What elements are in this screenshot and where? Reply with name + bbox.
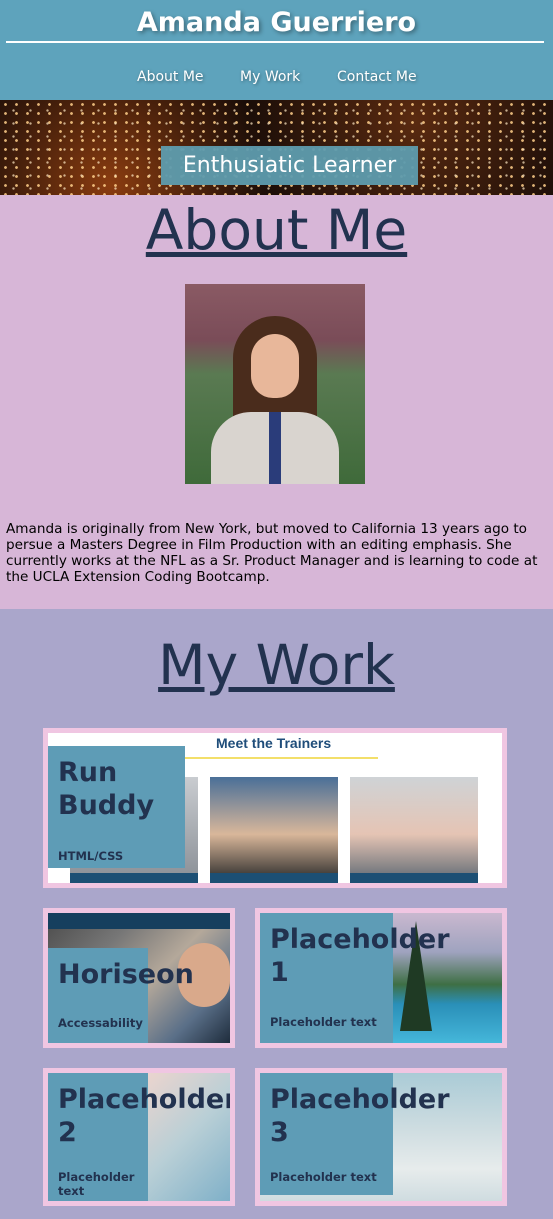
about-heading: About Me	[145, 198, 408, 262]
placeholder-1-title-line2: 1	[270, 957, 289, 988]
title-divider	[6, 41, 544, 43]
project-card-placeholder-3[interactable]: Placeholder 3 Placeholder text	[255, 1068, 507, 1206]
placeholder-2-label: Placeholder 2 Placeholder text	[48, 1073, 230, 1201]
nav-contact-me[interactable]: Contact Me	[337, 67, 417, 87]
placeholder-2-title-line2: 2	[58, 1117, 77, 1148]
placeholder-2-subtitle: Placeholder text	[58, 1170, 135, 1198]
trainer-band-2	[210, 873, 338, 883]
about-text: Amanda is originally from New York, but …	[6, 521, 538, 585]
trainer-photo-3	[350, 777, 478, 881]
nav-my-work[interactable]: My Work	[240, 67, 300, 87]
run-buddy-label: Run Buddy HTML/CSS	[48, 746, 185, 868]
run-buddy-image-heading: Meet the Trainers	[216, 735, 332, 751]
placeholder-3-title-line2: 3	[270, 1117, 289, 1148]
photo-face	[251, 334, 299, 398]
horiseon-title: Horiseon	[58, 959, 194, 990]
nav-about-me[interactable]: About Me	[137, 67, 204, 87]
placeholder-1-label: Placeholder 1 Placeholder text	[260, 913, 450, 1043]
photo-lanyard	[269, 412, 281, 484]
project-card-horiseon[interactable]: Horiseon Accessability	[43, 908, 235, 1048]
placeholder-1-title-line1: Placeholder	[270, 924, 450, 955]
site-title: Amanda Guerriero	[136, 7, 417, 38]
run-buddy-title-line1: Run	[58, 757, 118, 788]
project-card-placeholder-1[interactable]: Placeholder 1 Placeholder text	[255, 908, 507, 1048]
project-card-placeholder-2[interactable]: Placeholder 2 Placeholder text	[43, 1068, 235, 1206]
placeholder-3-label: Placeholder 3 Placeholder text	[260, 1073, 450, 1195]
placeholder-2-title-line1: Placeholder	[58, 1084, 235, 1115]
run-buddy-subtitle: HTML/CSS	[58, 849, 124, 863]
horiseon-nav-bar	[48, 913, 230, 929]
placeholder-3-subtitle: Placeholder text	[270, 1170, 377, 1184]
placeholder-1-subtitle: Placeholder text	[270, 1015, 377, 1029]
trainer-photo-2	[210, 777, 338, 881]
run-buddy-title-line2: Buddy	[58, 790, 155, 821]
run-buddy-image-divider	[158, 757, 378, 759]
placeholder-3-title-line1: Placeholder	[270, 1084, 450, 1115]
horiseon-label: Horiseon Accessability	[48, 948, 194, 1043]
about-section: About Me Amanda is originally from New Y…	[0, 195, 553, 609]
horiseon-subtitle: Accessability	[58, 1016, 143, 1030]
trainer-band-3	[350, 873, 478, 883]
hero-label: Enthusiatic Learner	[182, 153, 397, 178]
work-heading: My Work	[158, 633, 395, 697]
site-header: Amanda Guerriero About Me My Work Contac…	[0, 0, 553, 100]
main-nav: About Me My Work Contact Me	[0, 67, 553, 89]
trainer-band-1	[70, 873, 198, 883]
project-card-run-buddy[interactable]: Meet the Trainers Run Buddy HTML/CSS	[43, 728, 507, 888]
profile-photo	[185, 284, 365, 484]
